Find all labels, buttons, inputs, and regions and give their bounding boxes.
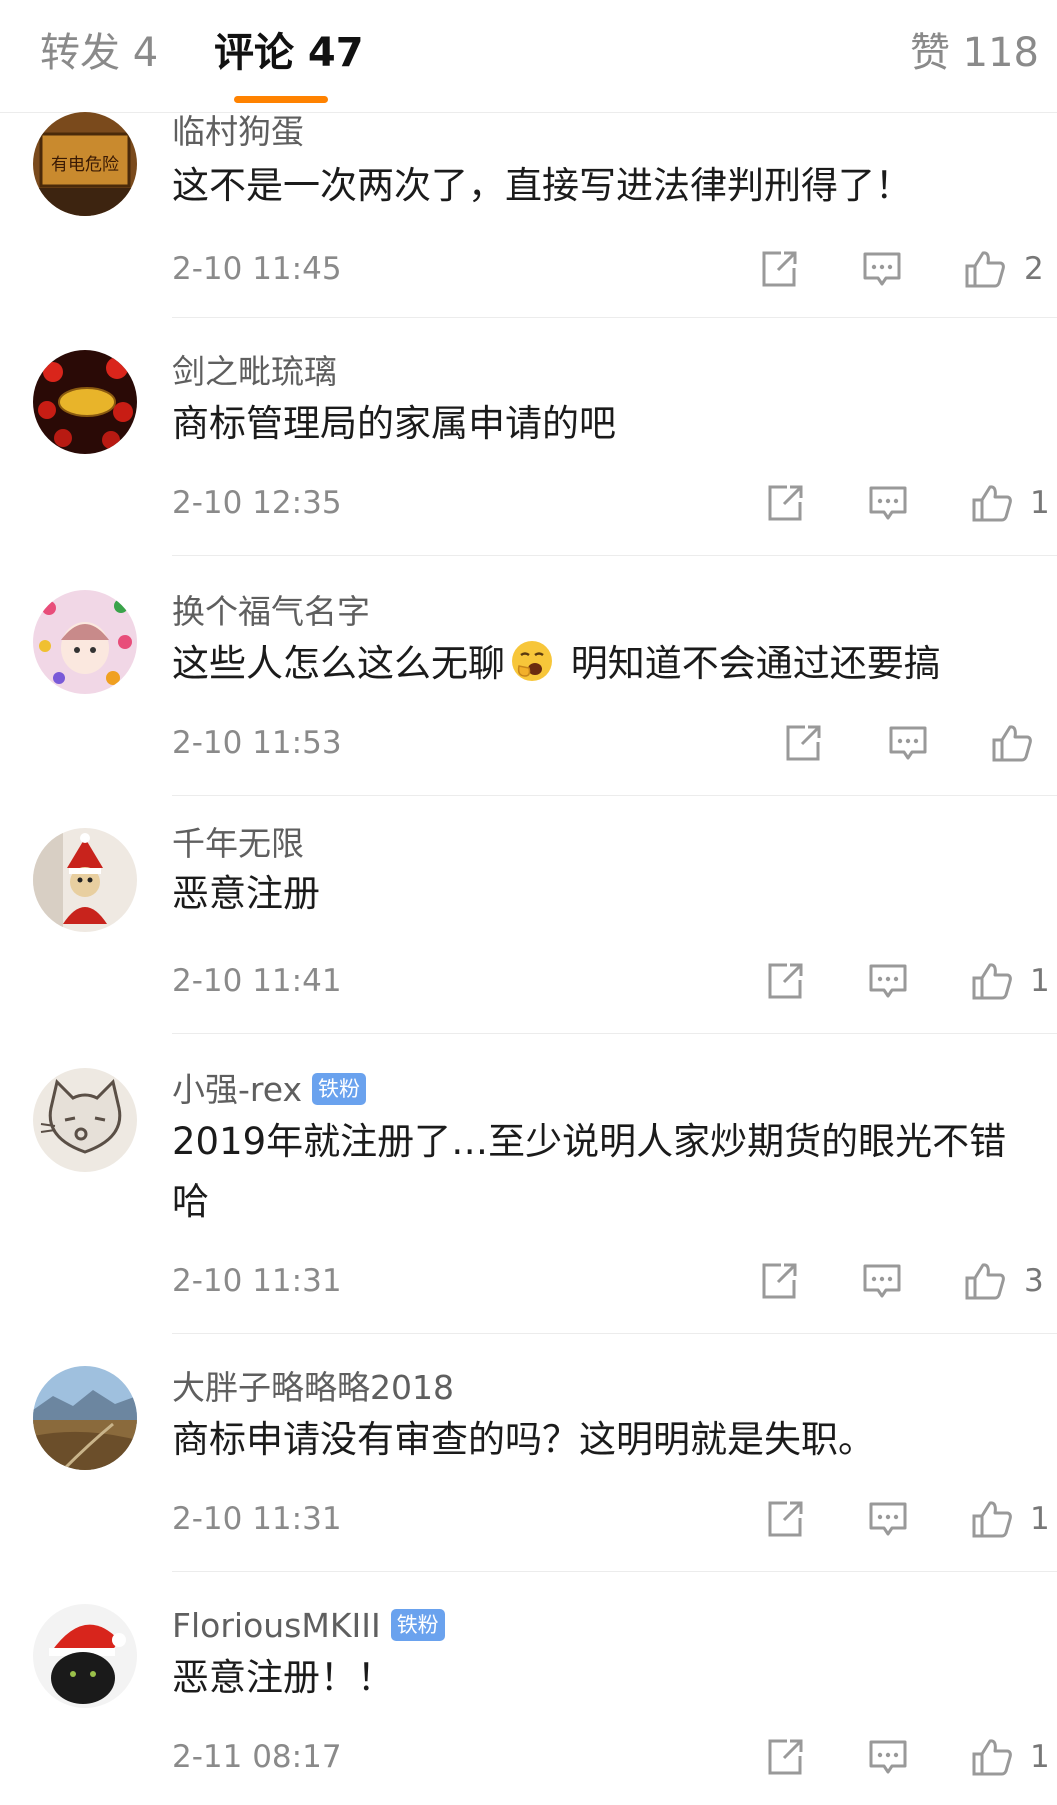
comment-text: 商标管理局的家属申请的吧 bbox=[172, 402, 616, 445]
divider bbox=[172, 1571, 1057, 1572]
share-icon[interactable] bbox=[781, 721, 825, 765]
comment-icon[interactable] bbox=[866, 1735, 910, 1779]
divider bbox=[172, 555, 1057, 556]
avatar[interactable] bbox=[33, 1604, 137, 1708]
timestamp: 2-10 11:41 bbox=[172, 963, 342, 999]
username[interactable]: 大胖子略略略2018 bbox=[172, 1368, 454, 1408]
avatar[interactable] bbox=[33, 1366, 137, 1470]
avatar[interactable]: 有电危险 bbox=[33, 112, 137, 216]
username[interactable]: FloriousMKIII 铁粉 bbox=[172, 1606, 445, 1646]
comment-text: 2019年就注册了…至少说明人家炒期货的眼光不错哈 bbox=[172, 1120, 1007, 1223]
tab-reposts[interactable]: 转发 4 bbox=[40, 30, 158, 76]
fan-badge: 铁粉 bbox=[312, 1072, 367, 1105]
tab-likes[interactable]: 赞 118 bbox=[910, 30, 1039, 76]
yawn-emoji bbox=[512, 641, 552, 681]
divider bbox=[172, 1033, 1057, 1034]
comment-item: 剑之毗琉璃 商标管理局的家属申请的吧 2-10 12:35 1 bbox=[0, 350, 1057, 558]
comment-icon[interactable] bbox=[860, 1259, 904, 1303]
share-icon[interactable] bbox=[757, 247, 801, 291]
tab-bar: 转发 4 评论 47 赞 118 bbox=[0, 0, 1057, 113]
thumbs-up-icon[interactable] bbox=[970, 1735, 1014, 1779]
fan-badge: 铁粉 bbox=[390, 1608, 445, 1641]
comment-icon[interactable] bbox=[866, 481, 910, 525]
comment-text: 这些人怎么这么无聊 明知道不会通过还要搞 bbox=[172, 634, 1027, 694]
username[interactable]: 小强-rex 铁粉 bbox=[172, 1070, 367, 1110]
avatar[interactable] bbox=[33, 590, 137, 694]
timestamp: 2-10 11:31 bbox=[172, 1263, 342, 1299]
share-icon[interactable] bbox=[763, 481, 807, 525]
thumbs-up-icon[interactable] bbox=[970, 481, 1014, 525]
username[interactable]: 换个福气名字 bbox=[172, 592, 370, 632]
share-icon[interactable] bbox=[757, 1259, 801, 1303]
comment-text: 恶意注册！！ bbox=[172, 1656, 394, 1699]
svg-text:有电危险: 有电危险 bbox=[51, 155, 119, 175]
divider bbox=[172, 795, 1057, 796]
divider bbox=[172, 1333, 1057, 1334]
thumbs-up-icon[interactable] bbox=[963, 1259, 1007, 1303]
timestamp: 2-10 12:35 bbox=[172, 485, 342, 521]
timestamp: 2-11 08:17 bbox=[172, 1739, 342, 1775]
avatar[interactable] bbox=[33, 828, 137, 932]
like-count: 1 bbox=[1030, 963, 1050, 999]
divider bbox=[172, 317, 1057, 318]
comment-item: 小强-rex 铁粉 2019年就注册了…至少说明人家炒期货的眼光不错哈 2-10 … bbox=[0, 1068, 1057, 1336]
comment-text: 恶意注册 bbox=[172, 872, 320, 915]
avatar[interactable] bbox=[33, 350, 137, 454]
comment-item: 千年无限 恶意注册 2-10 11:41 1 bbox=[0, 824, 1057, 1036]
avatar[interactable] bbox=[33, 1068, 137, 1172]
comment-item: 大胖子略略略2018 商标申请没有审查的吗？这明明就是失职。 2-10 11:3… bbox=[0, 1366, 1057, 1574]
like-count: 3 bbox=[1024, 1263, 1044, 1299]
comment-icon[interactable] bbox=[866, 1497, 910, 1541]
thumbs-up-icon[interactable] bbox=[970, 959, 1014, 1003]
comment-icon[interactable] bbox=[886, 721, 930, 765]
comment-text: 这不是一次两次了，直接写进法律判刑得了！ bbox=[172, 164, 912, 207]
active-tab-indicator bbox=[234, 96, 328, 103]
thumbs-up-icon[interactable] bbox=[963, 247, 1007, 291]
like-count: 2 bbox=[1024, 251, 1044, 287]
timestamp: 2-10 11:31 bbox=[172, 1501, 342, 1537]
share-icon[interactable] bbox=[763, 1497, 807, 1541]
comment-icon[interactable] bbox=[866, 959, 910, 1003]
comment-item: 有电危险 临村狗蛋 这不是一次两次了，直接写进法律判刑得了！ 2-10 11:4… bbox=[0, 112, 1057, 320]
username[interactable]: 千年无限 bbox=[172, 824, 304, 864]
share-icon[interactable] bbox=[763, 1735, 807, 1779]
like-count: 1 bbox=[1030, 485, 1050, 521]
timestamp: 2-10 11:53 bbox=[172, 725, 342, 761]
username[interactable]: 临村狗蛋 bbox=[172, 112, 304, 152]
username[interactable]: 剑之毗琉璃 bbox=[172, 352, 337, 392]
like-count: 1 bbox=[1030, 1501, 1050, 1537]
tab-comments[interactable]: 评论 47 bbox=[214, 30, 364, 76]
share-icon[interactable] bbox=[763, 959, 807, 1003]
comment-item: FloriousMKIII 铁粉 恶意注册！！ 2-11 08:17 1 bbox=[0, 1604, 1057, 1805]
comment-item: 换个福气名字 这些人怎么这么无聊 明知道不会通过还要搞 2-10 11:53 bbox=[0, 590, 1057, 798]
thumbs-up-icon[interactable] bbox=[970, 1497, 1014, 1541]
comment-text: 商标申请没有审查的吗？这明明就是失职。 bbox=[172, 1418, 875, 1461]
timestamp: 2-10 11:45 bbox=[172, 251, 342, 287]
thumbs-up-icon[interactable] bbox=[990, 721, 1034, 765]
comment-icon[interactable] bbox=[860, 247, 904, 291]
like-count: 1 bbox=[1030, 1739, 1050, 1775]
